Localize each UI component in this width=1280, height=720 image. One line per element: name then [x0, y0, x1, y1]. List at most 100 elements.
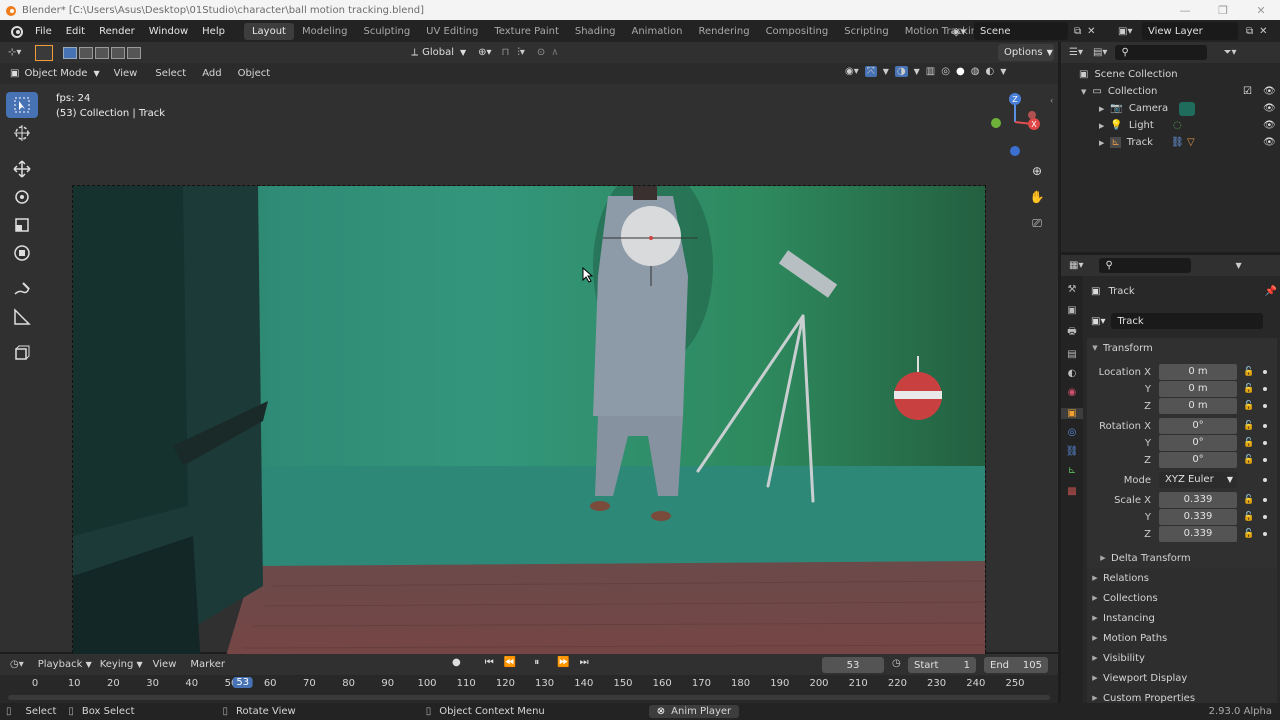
menu-render[interactable]: Render [92, 26, 142, 37]
lock-icon[interactable]: 🔓 [1243, 438, 1259, 448]
lock-icon[interactable]: 🔓 [1243, 421, 1259, 431]
rendered-shading-icon[interactable]: ◐ [985, 66, 994, 77]
remove-view-layer-icon[interactable]: ✕ [1259, 26, 1267, 37]
maximize-button[interactable]: ❐ [1204, 0, 1242, 20]
orientation-dropdown[interactable]: ⟂ Global ▼ [411, 47, 466, 58]
jump-end-icon[interactable]: ⏭ [580, 657, 589, 668]
tab-texture-icon[interactable]: ▩ [1061, 486, 1083, 497]
move-tool[interactable] [6, 156, 38, 182]
timeline-editor-icon[interactable]: ◷▾ [10, 659, 24, 670]
keyframe-dot-icon[interactable] [1263, 515, 1267, 519]
lock-icon[interactable]: 🔓 [1243, 529, 1259, 539]
scale-tool[interactable] [6, 212, 38, 238]
snap-target-icon[interactable]: ⫶▾ [517, 47, 525, 58]
tab-animation[interactable]: Animation [624, 23, 691, 40]
tab-uv-editing[interactable]: UV Editing [418, 23, 486, 40]
keyframe-dot-icon[interactable] [1263, 441, 1267, 445]
jump-keyframe-back-icon[interactable]: ⏪ [504, 657, 516, 668]
location-z-field[interactable]: 0 m [1159, 398, 1237, 414]
playhead-frame-label[interactable]: 53 [232, 677, 254, 688]
pause-icon[interactable]: ⏸ [534, 657, 539, 668]
camera-view-icon[interactable]: ⎚ [1028, 214, 1046, 232]
tab-scene-icon[interactable]: ◐ [1061, 368, 1083, 379]
eye-icon[interactable]: 👁 [1263, 120, 1276, 131]
scale-z-field[interactable]: 0.339 [1159, 526, 1237, 542]
lock-icon[interactable]: 🔓 [1243, 367, 1259, 377]
expand-icon[interactable]: ▶ [1099, 139, 1104, 147]
viewport-menu-object[interactable]: Object [238, 68, 271, 79]
panel-instancing[interactable]: ▶ Instancing [1087, 608, 1277, 628]
cancel-icon[interactable]: ⊗ [657, 706, 665, 717]
lock-icon[interactable]: 🔓 [1243, 384, 1259, 394]
eye-icon[interactable]: 👁 [1263, 103, 1276, 114]
timeline-menu-marker[interactable]: Marker [190, 659, 225, 670]
location-y-field[interactable]: 0 m [1159, 381, 1237, 397]
timeline-menu-keying[interactable]: Keying ▼ [100, 659, 143, 670]
sidebar-toggle-icon[interactable]: ‹ [1050, 96, 1053, 105]
options-dropdown[interactable]: Options ▼ [998, 44, 1054, 61]
outliner-item-track[interactable]: ▶ ⊾ Track ⛓ ▽ 👁 [1061, 134, 1280, 151]
camera-data-icon[interactable] [1179, 101, 1195, 116]
tab-render-icon[interactable]: ▣ [1061, 305, 1083, 316]
options-chevron-icon[interactable]: ▼ [1235, 261, 1241, 270]
constraint-icon[interactable]: ⛓ [1171, 137, 1184, 148]
select-subtract-icon[interactable] [95, 46, 110, 59]
select-box-tool[interactable] [6, 92, 38, 118]
mode-dropdown[interactable]: ▣ Object Mode ▼ [10, 68, 100, 79]
outliner-editor-icon[interactable]: ☰▾ [1069, 47, 1083, 58]
timeline-menu-playback[interactable]: Playback ▼ [38, 659, 92, 670]
tab-physics-icon[interactable]: ◎ [1061, 427, 1083, 438]
visibility-icon[interactable]: ◉▾ [845, 66, 859, 77]
keyframe-dot-icon[interactable] [1263, 387, 1267, 391]
wireframe-shading-icon[interactable]: ◎ [941, 66, 950, 77]
keyframe-dot-icon[interactable] [1263, 458, 1267, 462]
collection-row[interactable]: ▼ ▭ Collection ☑ 👁 [1061, 83, 1280, 100]
falloff-icon[interactable]: ∧ [551, 47, 558, 58]
tab-compositing[interactable]: Compositing [758, 23, 837, 40]
tab-sculpting[interactable]: Sculpting [355, 23, 418, 40]
display-mode-icon[interactable]: ▤▾ [1093, 47, 1107, 58]
lock-icon[interactable]: 🔓 [1243, 495, 1259, 505]
keyframe-dot-icon[interactable] [1263, 404, 1267, 408]
jump-start-icon[interactable]: ⏮ [485, 657, 494, 668]
datablock-name-field[interactable]: Track [1111, 313, 1264, 329]
viewport-menu-select[interactable]: Select [155, 68, 186, 79]
material-shading-icon[interactable]: ◍ [971, 66, 980, 77]
jump-keyframe-forward-icon[interactable]: ⏩ [557, 657, 569, 668]
record-icon[interactable]: ● [452, 657, 461, 668]
transform-tool[interactable] [6, 240, 38, 266]
tab-object-icon[interactable]: ▣ [1061, 408, 1083, 419]
measure-tool[interactable] [6, 304, 38, 330]
scale-x-field[interactable]: 0.339 [1159, 492, 1237, 508]
filter-icon[interactable]: ⏷▾ [1223, 47, 1236, 58]
light-data-icon[interactable]: ◌ [1173, 120, 1182, 131]
select-invert-icon[interactable] [111, 46, 126, 59]
scene-selector[interactable]: ◈▾ Scene ⧉ ✕ [952, 22, 1102, 40]
end-frame-field[interactable]: End 105 [984, 657, 1048, 673]
start-frame-field[interactable]: Start 1 [908, 657, 976, 673]
select-new-icon[interactable] [63, 46, 78, 59]
tab-texture-paint[interactable]: Texture Paint [486, 23, 567, 40]
timeline-menu-view[interactable]: View [153, 659, 177, 670]
properties-search[interactable]: ⚲ [1099, 258, 1192, 273]
menu-edit[interactable]: Edit [59, 26, 92, 37]
select-extend-icon[interactable] [79, 46, 94, 59]
menu-help[interactable]: Help [195, 26, 232, 37]
outliner-search[interactable]: ⚲ [1115, 45, 1208, 60]
zoom-icon[interactable]: ⊕ [1028, 162, 1046, 180]
keyframe-dot-icon[interactable] [1263, 498, 1267, 502]
tab-tool-icon[interactable]: ⚒ [1061, 284, 1083, 295]
close-button[interactable]: ✕ [1242, 0, 1280, 20]
annotate-tool[interactable] [6, 276, 38, 302]
panel-viewport-display[interactable]: ▶ Viewport Display [1087, 668, 1277, 688]
outliner-item-light[interactable]: ▶ 💡 Light ◌ 👁 [1061, 117, 1280, 134]
panel-relations[interactable]: ▶ Relations [1087, 568, 1277, 588]
datablock-icon[interactable]: ▣▾ [1091, 316, 1105, 327]
menu-file[interactable]: File [28, 26, 59, 37]
rotate-tool[interactable] [6, 184, 38, 210]
checkbox-icon[interactable]: ☑ [1243, 86, 1252, 97]
rotation-x-field[interactable]: 0° [1159, 418, 1237, 434]
3d-viewport[interactable]: fps: 24 (53) Collection | Track Z X ⊕ ✋ … [0, 84, 1058, 698]
rotation-y-field[interactable]: 0° [1159, 435, 1237, 451]
rotation-mode-dropdown[interactable]: XYZ Euler ▼ [1159, 472, 1237, 488]
